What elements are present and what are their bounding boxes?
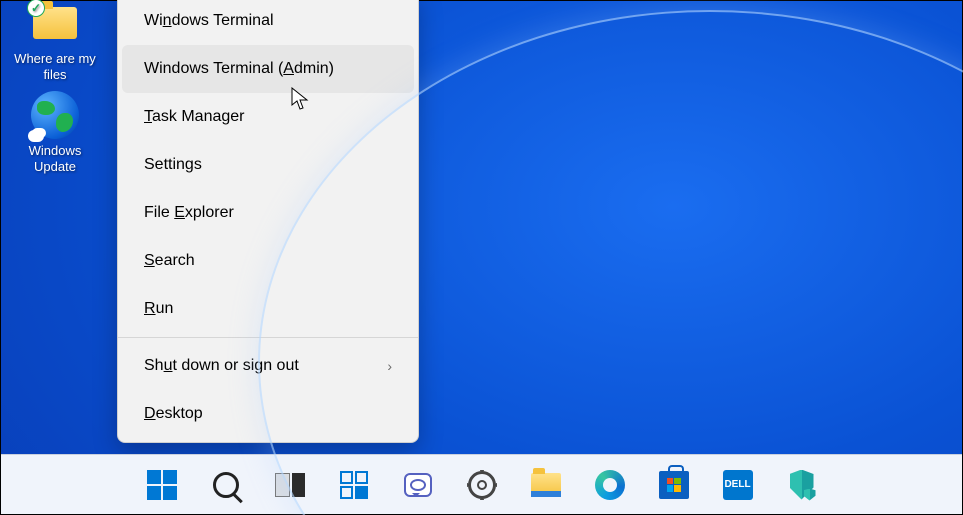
edge-button[interactable] bbox=[590, 465, 630, 505]
winx-item[interactable]: File Explorer bbox=[122, 189, 414, 237]
winx-item-label: Windows Terminal (Admin) bbox=[144, 60, 392, 78]
winx-item[interactable]: Shut down or sign out› bbox=[122, 342, 414, 390]
winx-item-label: Task Manager bbox=[144, 108, 392, 126]
winx-item[interactable]: Desktop bbox=[122, 390, 414, 438]
dell-icon: DELL bbox=[723, 470, 753, 500]
winx-menu: Windows Terminal Windows Terminal (Admin)… bbox=[117, 0, 419, 443]
ms-store-icon bbox=[659, 471, 689, 499]
desktop-icon-windows-update[interactable]: Windows Update bbox=[10, 91, 100, 176]
winx-item[interactable]: Task Manager bbox=[122, 93, 414, 141]
edge-icon bbox=[595, 470, 625, 500]
winx-item-label: Shut down or sign out bbox=[144, 357, 387, 375]
desktop[interactable]: ✓ Where are my files Windows Update Wind… bbox=[0, 0, 963, 515]
globe-icon bbox=[31, 91, 79, 139]
menu-separator bbox=[118, 337, 418, 338]
winx-item[interactable]: Windows Terminal bbox=[122, 0, 414, 45]
winx-item-label: Settings bbox=[144, 156, 392, 174]
search-icon bbox=[213, 472, 239, 498]
windows-logo-icon bbox=[147, 470, 177, 500]
search-button[interactable] bbox=[206, 465, 246, 505]
desktop-icon-where-are-my-files[interactable]: ✓ Where are my files bbox=[10, 0, 100, 84]
winx-item-label: File Explorer bbox=[144, 204, 392, 222]
chat-icon bbox=[404, 473, 432, 497]
task-view-button[interactable] bbox=[270, 465, 310, 505]
winx-item-label: Search bbox=[144, 252, 392, 270]
security-button[interactable] bbox=[782, 465, 822, 505]
widgets-button[interactable] bbox=[334, 465, 374, 505]
chevron-right-icon: › bbox=[387, 358, 392, 374]
task-view-icon bbox=[275, 473, 305, 497]
start-button[interactable] bbox=[142, 465, 182, 505]
taskbar: DELL bbox=[1, 454, 962, 514]
winx-item[interactable]: Search bbox=[122, 237, 414, 285]
desktop-icon-label: Where are my files bbox=[10, 51, 100, 84]
winx-item-label: Windows Terminal bbox=[144, 12, 392, 30]
winx-item[interactable]: Windows Terminal (Admin) bbox=[122, 45, 414, 93]
winx-item[interactable]: Run bbox=[122, 285, 414, 333]
file-explorer-button[interactable] bbox=[526, 465, 566, 505]
winx-item[interactable]: Settings bbox=[122, 141, 414, 189]
widgets-icon bbox=[340, 471, 368, 499]
folder-icon: ✓ bbox=[31, 0, 79, 47]
winx-item-label: Run bbox=[144, 300, 392, 318]
chat-button[interactable] bbox=[398, 465, 438, 505]
shield-icon bbox=[790, 470, 814, 500]
winx-item-label: Desktop bbox=[144, 405, 392, 423]
settings-button[interactable] bbox=[462, 465, 502, 505]
ms-store-button[interactable] bbox=[654, 465, 694, 505]
desktop-icon-label: Windows Update bbox=[10, 143, 100, 176]
file-explorer-icon bbox=[531, 473, 561, 497]
gear-icon bbox=[468, 471, 496, 499]
dell-button[interactable]: DELL bbox=[718, 465, 758, 505]
